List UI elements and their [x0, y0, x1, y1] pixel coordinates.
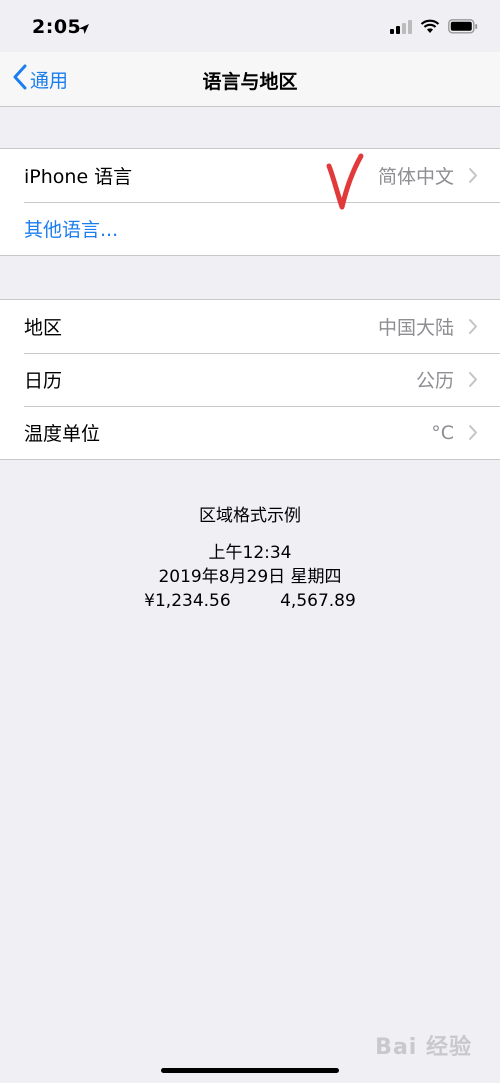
- format-example-time: 上午12:34: [208, 543, 292, 563]
- cellular-signal-icon: [390, 19, 412, 38]
- format-example-date: 2019年8月29日 星期四: [158, 567, 342, 587]
- iphone-language-label: iPhone 语言: [24, 166, 133, 188]
- chevron-right-icon: [468, 371, 478, 393]
- calendar-row[interactable]: 日历 公历: [0, 353, 500, 406]
- page-title: 语言与地区: [202, 71, 298, 93]
- format-example-number: 4,567.89: [280, 591, 356, 611]
- calendar-label: 日历: [24, 370, 63, 392]
- calendar-value: 公历: [415, 370, 454, 392]
- format-example-title: 区域格式示例: [199, 506, 301, 526]
- temperature-unit-value: °C: [431, 421, 454, 444]
- region-format-example: 区域格式示例 上午12:34 2019年8月29日 星期四 ¥1,234.56 …: [0, 504, 500, 613]
- chevron-right-icon: [468, 318, 478, 340]
- iphone-language-value: 简体中文: [377, 166, 454, 188]
- chevron-right-icon: [468, 424, 478, 446]
- battery-icon: [448, 19, 478, 38]
- home-indicator[interactable]: [161, 1068, 339, 1073]
- status-time: 2:05: [32, 16, 82, 38]
- region-label: 地区: [24, 317, 63, 339]
- wifi-icon: [420, 19, 440, 38]
- region-value: 中国大陆: [377, 317, 454, 339]
- format-example-currency: ¥1,234.56: [144, 591, 231, 611]
- region-row[interactable]: 地区 中国大陆: [0, 300, 500, 353]
- region-group: 地区 中国大陆 日历 公历 温度单位 °C: [0, 299, 500, 460]
- red-check-mark-icon: [324, 152, 366, 216]
- other-languages-row[interactable]: 其他语言...: [0, 202, 500, 255]
- language-group: iPhone 语言 简体中文 其他语言...: [0, 148, 500, 256]
- format-example-numbers: ¥1,234.56 4,567.89: [0, 589, 500, 613]
- other-languages-link[interactable]: 其他语言...: [24, 215, 118, 242]
- nav-bar: 通用 语言与地区: [0, 52, 500, 107]
- temperature-unit-label: 温度单位: [24, 423, 101, 445]
- iphone-language-row[interactable]: iPhone 语言 简体中文: [0, 149, 500, 202]
- location-arrow-icon: [78, 20, 90, 39]
- status-icons: [390, 19, 478, 38]
- temperature-unit-row[interactable]: 温度单位 °C: [0, 406, 500, 459]
- baidu-jingyan-watermark: Bai 经验: [375, 1035, 472, 1060]
- status-bar: 2:05: [0, 0, 500, 58]
- chevron-right-icon: [468, 167, 478, 189]
